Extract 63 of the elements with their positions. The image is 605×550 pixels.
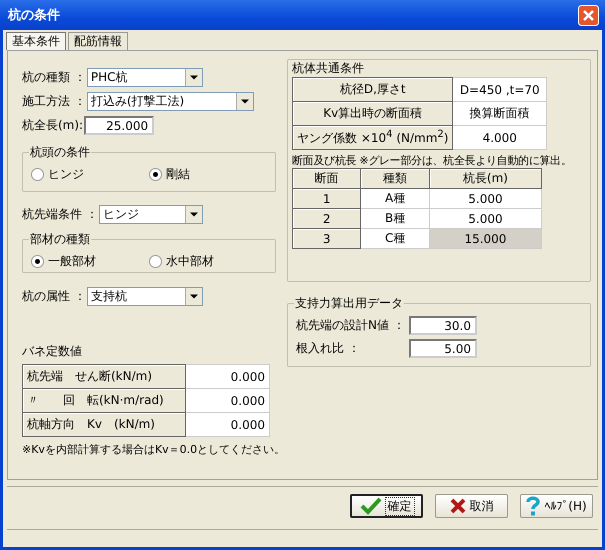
pile-attribute-select[interactable]: 支持杭 (86, 287, 203, 306)
table-cell[interactable]: 15.000 (429, 228, 542, 248)
close-icon[interactable] (578, 4, 599, 26)
tip-condition-select[interactable]: ヒンジ (98, 205, 203, 224)
group-title: 部材の種類 (29, 231, 91, 248)
dialog-button[interactable]: ﾍﾙﾌﾟ(H) (520, 494, 593, 518)
table-cell[interactable]: A種 (360, 188, 430, 208)
table-cell[interactable]: 5.000 (429, 208, 542, 228)
radio-button[interactable] (149, 168, 162, 181)
row-header: 杭径D,厚さt (292, 78, 453, 102)
group-title: 支持力算出用データ (294, 295, 404, 312)
check-icon (360, 497, 382, 516)
window-title: 杭の条件 (8, 6, 60, 24)
radio-label[interactable]: 剛結 (166, 166, 190, 183)
radio-button[interactable] (149, 255, 162, 268)
row-header: 2 (292, 208, 361, 228)
column-header: 種類 (360, 168, 430, 188)
row-header: 杭先端 せん断(kN/m) (22, 364, 186, 388)
field-label: 施工方法 ： (22, 93, 86, 110)
dialog-button[interactable]: 取消 (435, 494, 508, 518)
row-header: Kv算出時の断面積 (292, 102, 453, 126)
table-cell[interactable]: 0.000 (186, 412, 270, 436)
field-label: 杭先端条件 ： (22, 206, 98, 223)
table-cell[interactable]: D=450 ,t=70 (452, 78, 546, 102)
method-select[interactable]: 打込み(打撃工法) (86, 92, 254, 111)
table-cell[interactable]: C種 (360, 228, 430, 248)
row-header: 1 (292, 188, 361, 208)
table-cell[interactable]: 5.000 (429, 188, 542, 208)
group-title: 杭頭の条件 (29, 144, 91, 161)
tab[interactable]: 配筋情報 (68, 32, 128, 50)
field-label: 杭の属性 ： (22, 288, 86, 305)
table-cell[interactable]: 0.000 (186, 388, 270, 412)
column-header: 杭長(m) (429, 168, 542, 188)
input-field[interactable]: 5.00 (409, 339, 477, 358)
input-field[interactable]: 30.0 (409, 316, 477, 335)
radio-button[interactable] (31, 255, 44, 268)
table-cell[interactable]: 換算断面積 (452, 102, 546, 126)
radio-label[interactable]: 水中部材 (166, 253, 214, 270)
row-header: 〃 回 転(kN·m/rad) (22, 388, 186, 412)
column-header: 断面 (292, 168, 361, 188)
question-mark-icon (526, 496, 540, 516)
field-label: 杭全長(m): (22, 117, 84, 134)
table-cell[interactable]: B種 (360, 208, 430, 228)
length-field[interactable]: 25.000 (84, 116, 154, 135)
radio-label[interactable]: 一般部材 (48, 253, 96, 270)
field-label: 杭先端の設計N値 ： (296, 317, 406, 334)
radio-label[interactable]: ヒンジ (48, 166, 84, 183)
tab[interactable]: 基本条件 (6, 32, 66, 50)
row-header: 3 (292, 228, 361, 248)
radio-button[interactable] (31, 168, 44, 181)
field-label: 根入れ比 ： (296, 340, 361, 357)
row-header: 杭軸方向 Kv (kN/m) (22, 412, 186, 436)
section-title: バネ定数値 (22, 343, 83, 360)
dialog-button[interactable]: 確定 (350, 494, 423, 518)
cross-icon (450, 498, 466, 514)
group-title: 杭体共通条件 (292, 60, 365, 77)
row-header: ヤング係数 ×10$^{4}$ (N/mm$^{2}$) (292, 126, 453, 150)
pile-type-select[interactable]: PHC杭 (86, 68, 203, 87)
table-caption: 断面及び杭長 ※グレー部分は、杭全長より自動的に算出。 (292, 153, 572, 168)
table-cell[interactable]: 0.000 (186, 364, 270, 388)
field-label: 杭の種類 ： (22, 69, 86, 86)
table-cell[interactable]: 4.000 (452, 126, 546, 150)
note-text: ※Kvを内部計算する場合はKv＝0.0としてください。 (22, 442, 286, 457)
